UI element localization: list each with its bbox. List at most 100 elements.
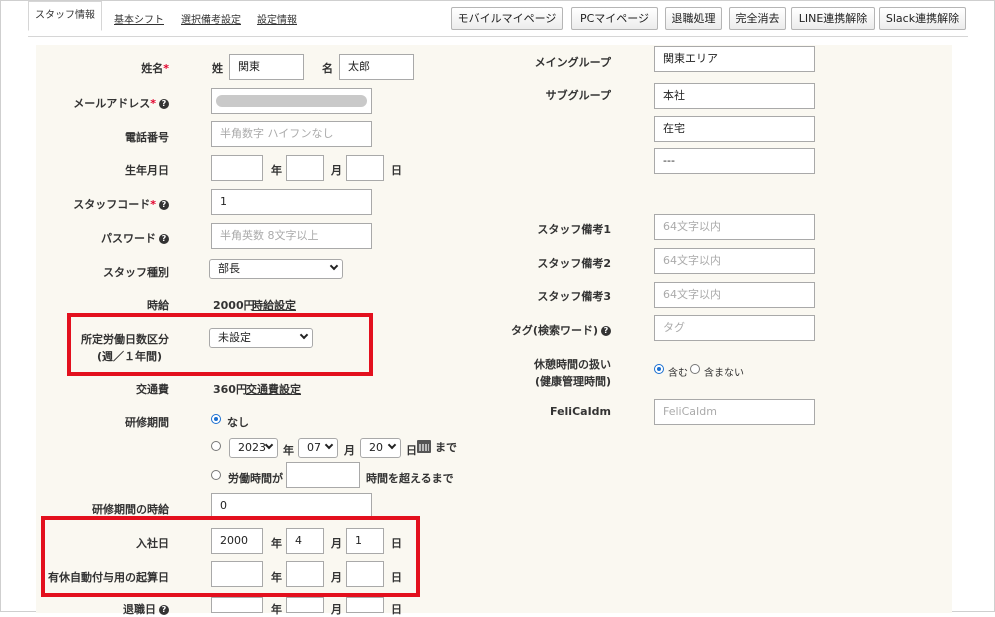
phone-label: 電話番号 <box>125 131 169 144</box>
main-group-input[interactable]: 関東エリア <box>654 46 815 72</box>
birthday-day-input[interactable] <box>346 155 384 181</box>
highlight-box-dates <box>41 516 420 597</box>
retire-date-label: 退職日? <box>123 601 169 617</box>
birthday-month-input[interactable] <box>286 155 324 181</box>
sub-group-input-3[interactable]: --- <box>654 148 815 174</box>
retire-day-input[interactable] <box>346 597 384 613</box>
staff-note-2-label: スタッフ備考2 <box>537 257 611 270</box>
staff-type-label: スタッフ種別 <box>103 266 169 279</box>
help-icon[interactable]: ? <box>159 99 169 109</box>
training-hours-radio[interactable] <box>211 470 221 480</box>
training-until-label: まで <box>435 441 457 454</box>
slack-unlink-button[interactable]: Slack連携解除 <box>879 7 966 30</box>
training-date-radio[interactable] <box>211 441 221 451</box>
birthday-month-unit: 月 <box>331 164 342 177</box>
first-name-input[interactable]: 太郎 <box>339 54 414 80</box>
training-day-select[interactable]: 20 <box>360 438 401 458</box>
retire-year-input[interactable] <box>211 597 263 613</box>
staff-type-select[interactable]: 部長 <box>209 259 343 279</box>
tab-bar-line <box>28 36 968 37</box>
staff-note-1-label: スタッフ備考1 <box>537 223 611 236</box>
mei-label: 名 <box>322 62 333 75</box>
sei-label: 姓 <box>212 62 223 75</box>
help-icon[interactable]: ? <box>159 200 169 210</box>
training-none-label: なし <box>227 416 249 429</box>
password-label: パスワード? <box>101 230 169 246</box>
hourly-settings-link[interactable]: 時給設定 <box>252 297 296 313</box>
training-month-select[interactable]: 07 <box>298 438 338 458</box>
highlight-box-work-days <box>67 313 373 376</box>
name-label: 姓名* <box>141 62 169 75</box>
training-hours-suffix: 時間を超えるまで <box>366 472 454 485</box>
retire-month-unit: 月 <box>331 603 342 616</box>
tag-input[interactable]: タグ <box>654 315 815 341</box>
transport-label: 交通費 <box>136 383 169 396</box>
staff-code-label: スタッフコード*? <box>73 196 169 212</box>
retire-month-input[interactable] <box>286 597 324 613</box>
break-exclude-radio[interactable] <box>690 364 700 374</box>
email-label: メールアドレス*? <box>73 95 169 111</box>
training-year-unit: 年 <box>283 444 294 457</box>
tab-basic-shift[interactable]: 基本シフト <box>114 7 164 37</box>
hourly-label: 時給 <box>147 299 169 312</box>
training-month-unit: 月 <box>344 444 355 457</box>
felica-input[interactable]: FeliCaIdm <box>654 399 815 425</box>
tag-label: タグ(検索ワード)? <box>511 322 611 338</box>
break-time-label-2: (健康管理時間) <box>534 375 611 388</box>
help-icon[interactable]: ? <box>159 605 169 615</box>
break-include-label: 含む <box>668 368 688 379</box>
training-day-value: 20 <box>369 441 383 454</box>
birthday-day-unit: 日 <box>391 164 402 177</box>
training-day-unit: 日 <box>406 444 417 457</box>
training-year-value: 2023 <box>238 441 266 454</box>
staff-code-input[interactable]: 1 <box>211 189 372 215</box>
training-wage-label: 研修期間の時給 <box>92 503 169 516</box>
delete-completely-button[interactable]: 完全消去 <box>729 7 786 30</box>
help-icon[interactable]: ? <box>159 234 169 244</box>
mobile-mypage-button[interactable]: モバイルマイページ <box>451 7 563 30</box>
main-group-label: メイングループ <box>534 56 611 69</box>
staff-note-1-input[interactable]: 64文字以内 <box>654 214 815 240</box>
retire-process-button[interactable]: 退職処理 <box>665 7 722 30</box>
training-month-value: 07 <box>307 441 321 454</box>
tab-selection-notes[interactable]: 選択備考設定 <box>181 7 241 37</box>
chevron-down-icon <box>387 440 397 450</box>
last-name-input[interactable]: 関東 <box>229 54 304 80</box>
staff-note-2-input[interactable]: 64文字以内 <box>654 248 815 274</box>
staff-note-3-input[interactable]: 64文字以内 <box>654 282 815 308</box>
calendar-icon[interactable] <box>417 440 431 453</box>
blurred-email <box>216 95 367 107</box>
birthday-year-input[interactable] <box>211 155 263 181</box>
birthday-label: 生年月日 <box>125 164 169 177</box>
password-input[interactable]: 半角英数 8文字以上 <box>211 223 372 249</box>
pc-mypage-button[interactable]: PCマイページ <box>571 7 658 30</box>
hourly-value: 2000円 <box>213 299 255 312</box>
break-time-label-1: 休憩時間の扱い <box>534 358 611 371</box>
tab-settings-info[interactable]: 設定情報 <box>257 7 297 37</box>
training-year-select[interactable]: 2023 <box>229 438 278 458</box>
window: スタッフ情報 基本シフト 選択備考設定 設定情報 モバイルマイページ PCマイペ… <box>0 0 995 616</box>
birthday-year-unit: 年 <box>271 164 282 177</box>
retire-year-unit: 年 <box>271 603 282 616</box>
transport-value: 360円 <box>213 383 247 396</box>
line-unlink-button[interactable]: LINE連携解除 <box>791 7 875 30</box>
training-hours-prefix: 労働時間が <box>228 472 283 485</box>
sub-group-input-1[interactable]: 本社 <box>654 83 815 109</box>
sub-group-input-2[interactable]: 在宅 <box>654 116 815 142</box>
chevron-down-icon <box>324 440 334 450</box>
email-input[interactable] <box>211 88 372 114</box>
transport-settings-link[interactable]: 交通費設定 <box>246 381 301 397</box>
retire-day-unit: 日 <box>391 603 402 616</box>
break-include-radio[interactable] <box>654 364 664 374</box>
chevron-down-icon <box>264 440 274 450</box>
felica-label: FeliCaIdm <box>550 405 611 418</box>
staff-note-3-label: スタッフ備考3 <box>537 290 611 303</box>
training-hours-input[interactable] <box>286 462 360 488</box>
staff-type-value: 部長 <box>218 262 240 275</box>
phone-input[interactable]: 半角数字 ハイフンなし <box>211 121 372 147</box>
break-exclude-label: 含まない <box>704 368 744 379</box>
tab-staff-info[interactable]: スタッフ情報 <box>28 1 102 31</box>
training-label: 研修期間 <box>125 416 169 429</box>
help-icon[interactable]: ? <box>601 326 611 336</box>
training-none-radio[interactable] <box>211 414 221 424</box>
